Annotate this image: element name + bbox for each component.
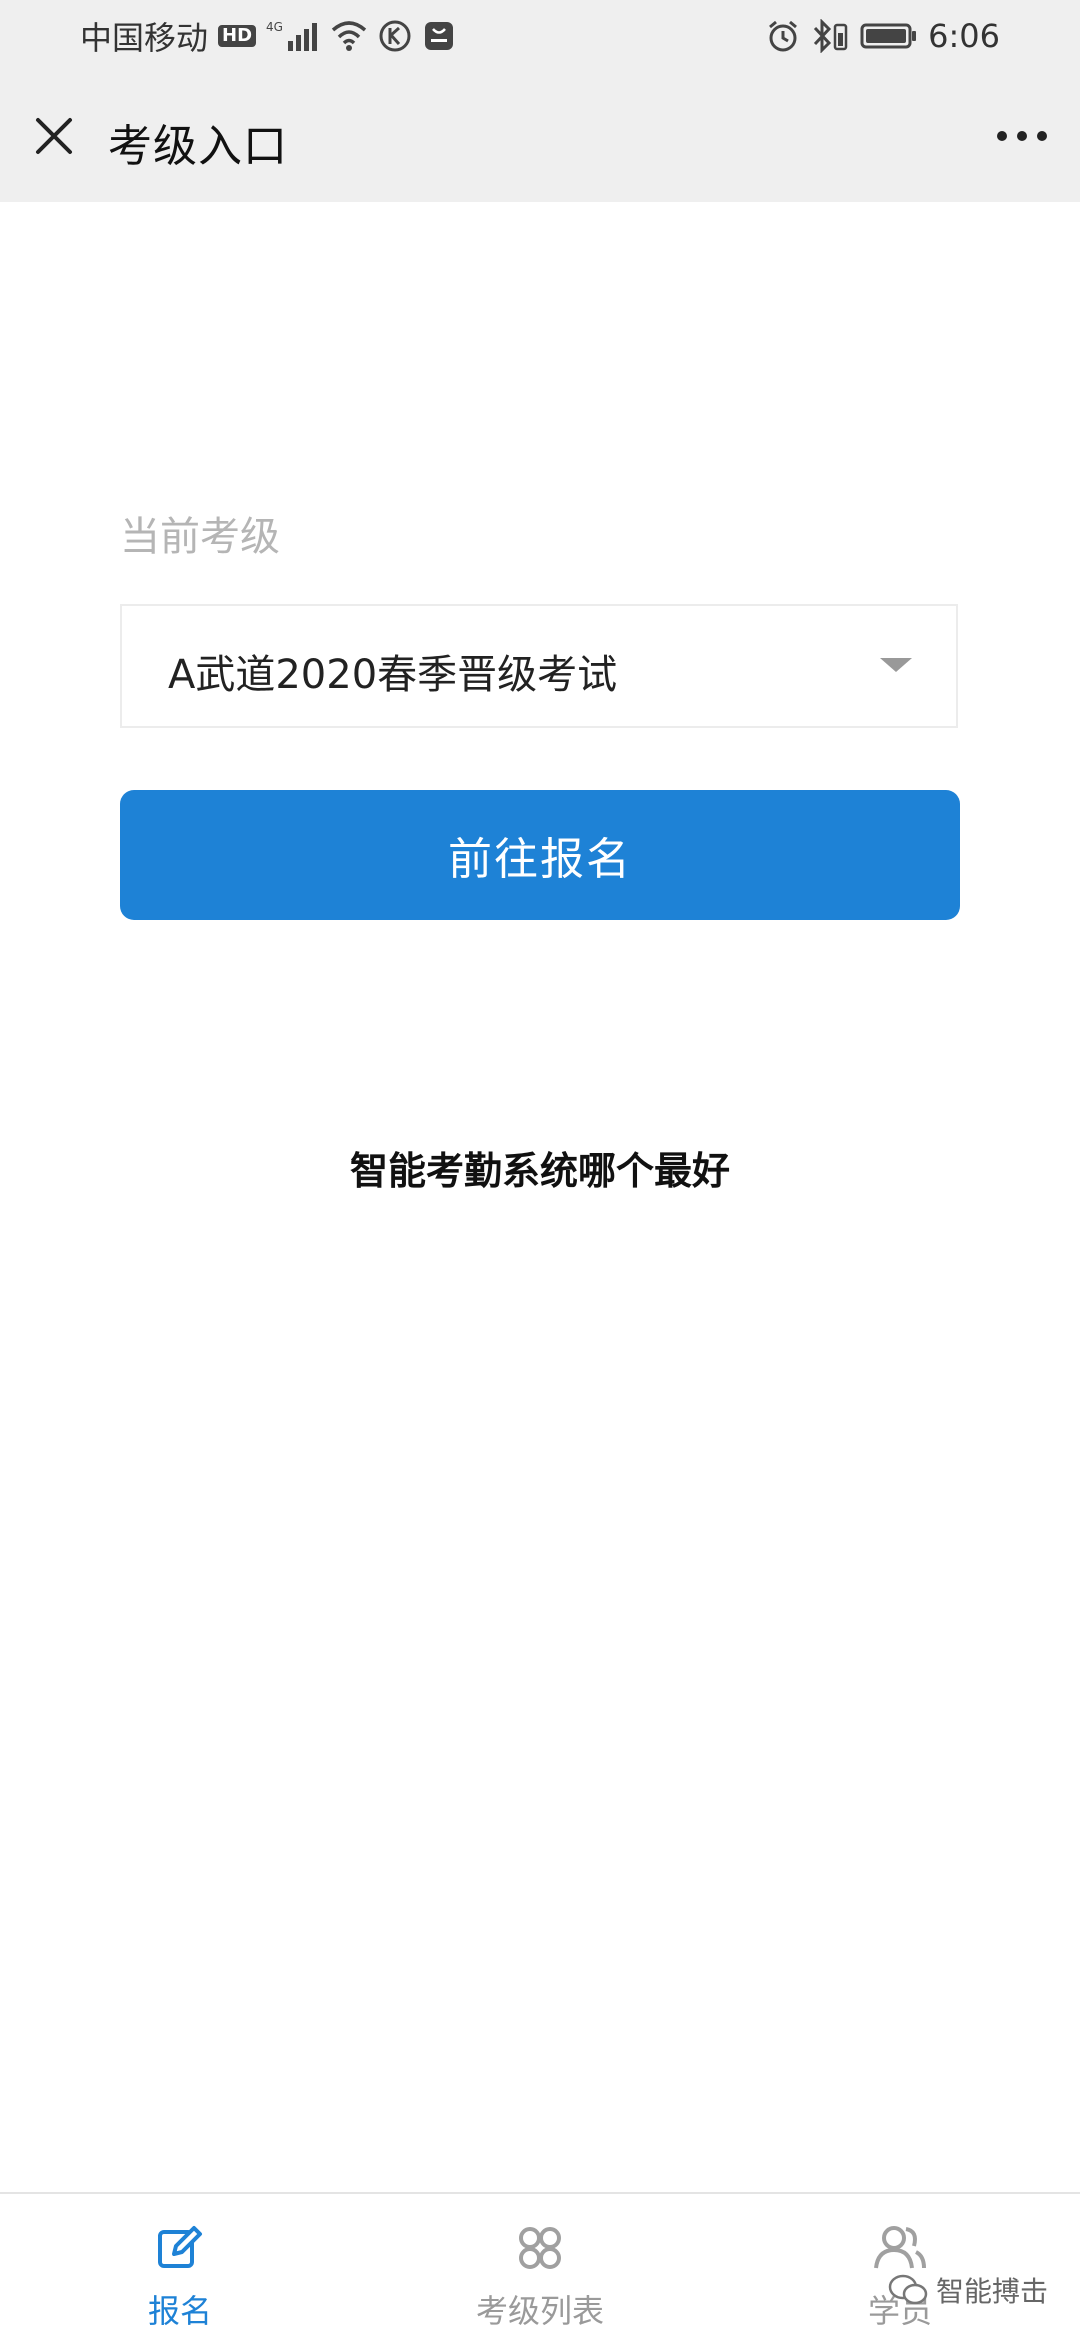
tab-exam-list[interactable]: 考级列表 [420, 2222, 660, 2340]
status-left: 中国移动 HD 4G [80, 14, 456, 58]
tab-exam-list-label: 考级列表 [475, 2292, 604, 2330]
wechat-icon [888, 2274, 928, 2305]
more-options-button[interactable] [988, 110, 1056, 162]
go-register-button[interactable]: 前往报名 [120, 790, 960, 920]
caret-down-icon [880, 658, 912, 672]
battery-icon [860, 21, 918, 51]
hd-badge: HD [218, 25, 257, 47]
alarm-icon [766, 19, 800, 53]
bottom-tab-bar: 报名 考级列表 学员 [0, 2192, 1080, 2340]
bluetooth-icon [810, 19, 850, 53]
k-app-icon [378, 19, 412, 53]
wifi-icon [330, 20, 368, 52]
close-button[interactable] [26, 108, 82, 164]
close-icon [36, 118, 72, 154]
tab-register[interactable]: 报名 [60, 2222, 300, 2340]
carrier-name: 中国移动 [80, 19, 209, 57]
watermark: 智能搏击 [888, 2270, 1048, 2310]
current-exam-label: 当前考级 [120, 514, 280, 560]
cellular-signal-icon: 4G [266, 19, 320, 53]
watermark-text: 智能搏击 [935, 2275, 1048, 2308]
grid-icon [519, 2227, 561, 2269]
users-icon [874, 2226, 926, 2269]
exam-select[interactable]: A武道2020春季晋级考试 [120, 604, 958, 728]
app-store-icon [422, 19, 456, 53]
exam-select-value: A武道2020春季晋级考试 [168, 652, 618, 698]
more-dots-icon [997, 131, 1047, 141]
screen: 中国移动 HD 4G 6:06 考级入口 当前考级 A武道2020春季晋级考试 … [0, 0, 1080, 2340]
network-type-label: 4G [266, 20, 283, 34]
overlay-caption: 智能考勤系统哪个最好 [349, 1149, 730, 1193]
title-bar: 考级入口 [0, 72, 1080, 202]
tab-register-label: 报名 [147, 2292, 212, 2330]
edit-icon [158, 2226, 202, 2268]
status-right: 6:06 [766, 14, 1000, 58]
page-title: 考级入口 [108, 121, 288, 172]
clock-time: 6:06 [928, 17, 1000, 55]
status-bar: 中国移动 HD 4G 6:06 [0, 0, 1080, 72]
